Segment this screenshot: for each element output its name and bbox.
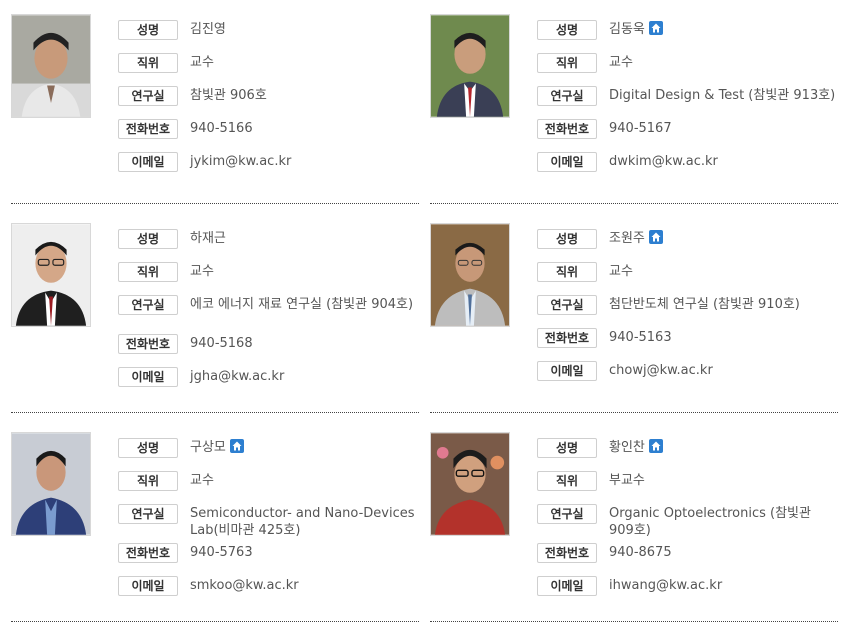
lab-value: Organic Optoelectronics (참빛관 909호) [609,506,811,538]
lab-value: Digital Design & Test (참빛관 913호) [609,88,836,103]
lab-label: 연구실 [537,295,597,315]
phone-value: 940-5763 [190,545,253,560]
divider [430,412,838,413]
home-icon[interactable] [229,439,244,453]
position-label: 직위 [537,262,597,282]
professor-name: 황인찬 [609,440,645,455]
phone-label: 전화번호 [537,328,597,348]
position-label: 직위 [537,53,597,73]
lab-label: 연구실 [118,295,178,315]
professor-name: 하재근 [190,231,226,246]
position-value: 교수 [609,264,633,279]
email-link[interactable]: chowj@kw.ac.kr [609,362,837,379]
divider [11,412,419,413]
position-value: 교수 [609,55,633,70]
name-label: 성명 [537,438,597,458]
profile-photo [11,14,91,118]
name-label: 성명 [537,20,597,40]
email-link[interactable]: ihwang@kw.ac.kr [609,577,837,594]
position-label: 직위 [118,262,178,282]
position-label: 직위 [118,53,178,73]
faculty-card: 성명 김진영 직위 교수 연구실 참빛관 906호 전화번호 940-5166 이메일 j… [11,14,419,222]
name-label: 성명 [118,438,178,458]
faculty-card: 성명 조원주 직위 교수 연구실 첨단반도체 연구실 (참빛관 910호) 전화번호 9… [430,223,838,431]
email-link[interactable]: jgha@kw.ac.kr [190,368,418,385]
email-label: 이메일 [118,367,178,387]
lab-label: 연구실 [118,504,178,524]
email-label: 이메일 [537,576,597,596]
name-value: 하재근 [190,230,418,247]
profile-photo [430,432,510,536]
professor-name: 구상모 [190,440,226,455]
email-label: 이메일 [537,152,597,172]
position-label: 직위 [118,471,178,491]
lab-value: 참빛관 906호 [190,88,267,103]
lab-value: Semiconductor- and Nano-Devices Lab(비마관 … [190,506,415,538]
faculty-card: 성명 황인찬 직위 부교수 연구실 Organic Optoelectronics (… [430,432,838,640]
name-label: 성명 [118,229,178,249]
name-label: 성명 [118,20,178,40]
email-link[interactable]: jykim@kw.ac.kr [190,153,418,170]
profile-photo [430,14,510,118]
divider [430,621,838,622]
home-icon[interactable] [648,21,663,35]
email-link[interactable]: dwkim@kw.ac.kr [609,153,837,170]
name-value: 황인찬 [609,439,837,456]
position-value: 교수 [190,264,214,279]
position-label: 직위 [537,471,597,491]
professor-name: 조원주 [609,231,645,246]
lab-label: 연구실 [537,86,597,106]
name-value: 김동욱 [609,21,837,38]
profile-photo [11,432,91,536]
position-value: 교수 [190,473,214,488]
name-value: 구상모 [190,439,418,456]
name-label: 성명 [537,229,597,249]
faculty-card: 성명 구상모 직위 교수 연구실 Semiconductor- and Nano-De… [11,432,419,640]
lab-label: 연구실 [118,86,178,106]
divider [430,203,838,204]
home-icon[interactable] [648,230,663,244]
name-value: 김진영 [190,21,418,38]
phone-label: 전화번호 [118,119,178,139]
phone-value: 940-5167 [609,121,672,136]
lab-value: 에코 에너지 재료 연구실 (참빛관 904호) [190,297,414,312]
phone-label: 전화번호 [118,334,178,354]
faculty-card: 성명 하재근 직위 교수 연구실 에코 에너지 재료 연구실 (참빛관 904호) 전… [11,223,419,431]
lab-value: 첨단반도체 연구실 (참빛관 910호) [609,297,800,312]
lab-label: 연구실 [537,504,597,524]
phone-value: 940-5168 [190,336,253,351]
home-icon[interactable] [648,439,663,453]
email-label: 이메일 [118,576,178,596]
name-value: 조원주 [609,230,837,247]
email-link[interactable]: smkoo@kw.ac.kr [190,577,418,594]
phone-value: 940-5166 [190,121,253,136]
divider [11,203,419,204]
professor-name: 김동욱 [609,22,645,37]
profile-photo [11,223,91,327]
profile-photo [430,223,510,327]
professor-name: 김진영 [190,22,226,37]
phone-label: 전화번호 [537,543,597,563]
faculty-card: 성명 김동욱 직위 교수 연구실 Digital Design & Test (참빛관… [430,14,838,222]
phone-value: 940-8675 [609,545,672,560]
position-value: 교수 [190,55,214,70]
phone-label: 전화번호 [118,543,178,563]
email-label: 이메일 [118,152,178,172]
phone-value: 940-5163 [609,330,672,345]
position-value: 부교수 [609,473,645,488]
phone-label: 전화번호 [537,119,597,139]
divider [11,621,419,622]
email-label: 이메일 [537,361,597,381]
